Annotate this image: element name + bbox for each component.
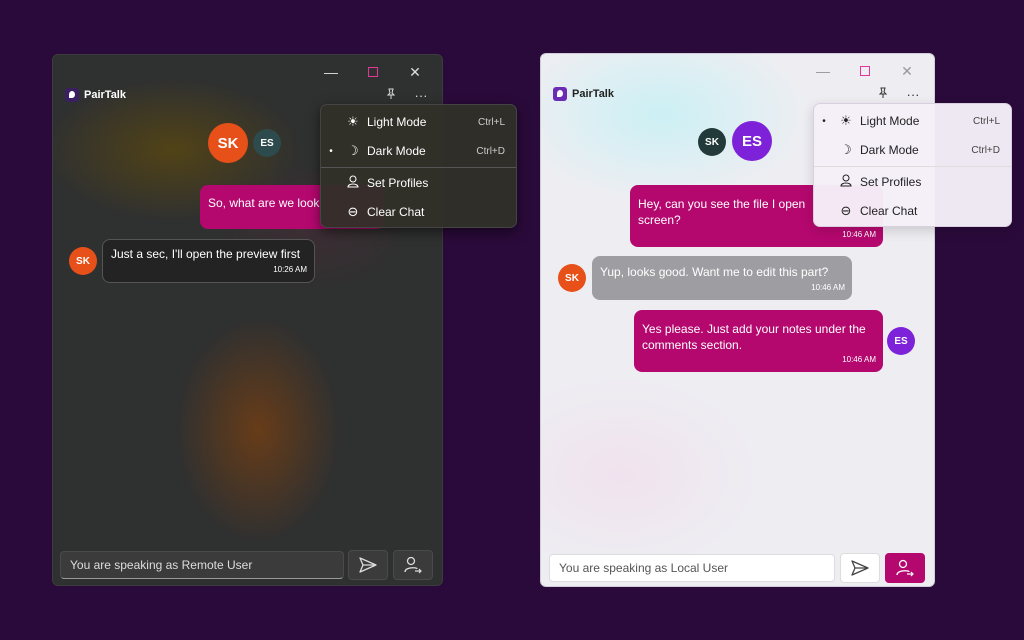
avatar-es-secondary: ES — [253, 129, 281, 157]
menu-item-light-mode[interactable]: ☀ Light Mode Ctrl+L — [321, 108, 516, 136]
options-menu-light: • ☀ Light Mode Ctrl+L ☽ Dark Mode Ctrl+D… — [813, 103, 1012, 227]
chat-message-incoming: Just a sec, I'll open the preview first … — [102, 239, 315, 283]
menu-shortcut: Ctrl+D — [971, 144, 1000, 156]
message-input-placeholder: You are speaking as Remote User — [70, 558, 253, 572]
message-input-placeholder: You are speaking as Local User — [559, 561, 728, 575]
maximize-icon — [368, 67, 378, 77]
send-icon — [851, 560, 869, 576]
message-input[interactable]: You are speaking as Remote User — [60, 551, 344, 579]
menu-item-dark-mode[interactable]: • ☽ Dark Mode Ctrl+D — [321, 137, 516, 165]
send-icon — [359, 557, 377, 573]
menu-shortcut: Ctrl+L — [478, 116, 505, 128]
menu-item-label: Light Mode — [860, 114, 920, 128]
selected-dot: • — [329, 145, 333, 157]
close-button[interactable]: ✕ — [886, 60, 928, 82]
menu-item-label: Dark Mode — [860, 143, 919, 157]
minimize-button[interactable]: — — [310, 61, 352, 83]
minus-circle-icon: ⊖ — [840, 203, 852, 218]
selected-dot: • — [822, 115, 826, 127]
app-title: PairTalk — [84, 89, 126, 101]
maximize-button[interactable] — [352, 61, 394, 83]
menu-item-set-profiles[interactable]: Set Profiles — [321, 169, 516, 197]
menu-item-label: Set Profiles — [367, 176, 429, 190]
avatar-sk-message: SK — [69, 247, 97, 275]
message-timestamp: 10:46 AM — [842, 230, 876, 239]
menu-divider — [321, 167, 516, 168]
menu-item-dark-mode[interactable]: ☽ Dark Mode Ctrl+D — [814, 136, 1011, 164]
chat-message-outgoing: Yes please. Just add your notes under th… — [634, 310, 883, 372]
moon-icon: ☽ — [347, 143, 359, 158]
app-brand: PairTalk — [65, 88, 126, 102]
message-text: Yes please. Just add your notes under th… — [642, 322, 866, 336]
menu-item-clear-chat[interactable]: ⊖ Clear Chat — [321, 198, 516, 226]
message-text: So, what are we look — [208, 196, 320, 210]
sun-icon: ☀ — [840, 113, 852, 128]
message-text-cont: comments section. — [642, 338, 743, 352]
menu-item-label: Set Profiles — [860, 175, 922, 189]
window-caption-buttons: — ✕ — [802, 60, 928, 82]
menu-item-label: Clear Chat — [367, 205, 425, 219]
avatar-es-primary: ES — [732, 121, 772, 161]
avatar-es-message: ES — [887, 327, 915, 355]
avatar-sk-primary: SK — [208, 123, 248, 163]
message-text: Just a sec, I'll open the preview first — [111, 247, 301, 261]
menu-shortcut: Ctrl+D — [476, 145, 505, 157]
person-icon — [834, 174, 858, 190]
message-text: Yup, looks good. Want me to edit this pa… — [600, 265, 829, 279]
menu-divider — [814, 166, 1011, 167]
switch-profile-button[interactable] — [885, 553, 925, 583]
switch-profile-button[interactable] — [393, 550, 433, 580]
pin-icon[interactable] — [384, 88, 398, 103]
minus-circle-icon: ⊖ — [347, 204, 359, 219]
send-button[interactable] — [840, 553, 880, 583]
menu-item-label: Dark Mode — [367, 144, 426, 158]
menu-shortcut: Ctrl+L — [973, 115, 1000, 127]
avatar-sk-secondary: SK — [698, 128, 726, 156]
minimize-button[interactable]: — — [802, 60, 844, 82]
send-button[interactable] — [348, 550, 388, 580]
message-timestamp: 10:26 AM — [273, 265, 307, 274]
menu-item-label: Clear Chat — [860, 204, 918, 218]
app-title: PairTalk — [572, 88, 614, 100]
avatar-sk-message: SK — [558, 264, 586, 292]
close-button[interactable]: ✕ — [394, 61, 436, 83]
person-switch-icon — [896, 559, 914, 577]
menu-item-label: Light Mode — [367, 115, 427, 129]
maximize-icon — [860, 66, 870, 76]
maximize-button[interactable] — [844, 60, 886, 82]
message-timestamp: 10:46 AM — [842, 355, 876, 364]
person-icon — [341, 175, 365, 191]
app-logo-icon — [553, 87, 567, 101]
menu-item-set-profiles[interactable]: Set Profiles — [814, 168, 1011, 196]
message-timestamp: 10:46 AM — [811, 283, 845, 292]
chat-message-incoming: Yup, looks good. Want me to edit this pa… — [592, 256, 852, 300]
more-options-button[interactable]: ··· — [906, 87, 920, 102]
pin-icon[interactable] — [876, 87, 890, 102]
title-toolbar: ··· — [876, 87, 920, 102]
more-options-button[interactable]: ··· — [414, 88, 428, 103]
person-switch-icon — [404, 556, 422, 574]
window-caption-buttons: — ✕ — [310, 61, 436, 83]
menu-item-clear-chat[interactable]: ⊖ Clear Chat — [814, 197, 1011, 225]
app-brand: PairTalk — [553, 87, 614, 101]
moon-icon: ☽ — [840, 142, 852, 157]
sun-icon: ☀ — [347, 114, 359, 129]
message-input[interactable]: You are speaking as Local User — [549, 554, 835, 582]
app-logo-icon — [65, 88, 79, 102]
title-toolbar: ··· — [384, 88, 428, 103]
options-menu-dark: ☀ Light Mode Ctrl+L • ☽ Dark Mode Ctrl+D… — [320, 104, 517, 228]
menu-item-light-mode[interactable]: • ☀ Light Mode Ctrl+L — [814, 107, 1011, 135]
